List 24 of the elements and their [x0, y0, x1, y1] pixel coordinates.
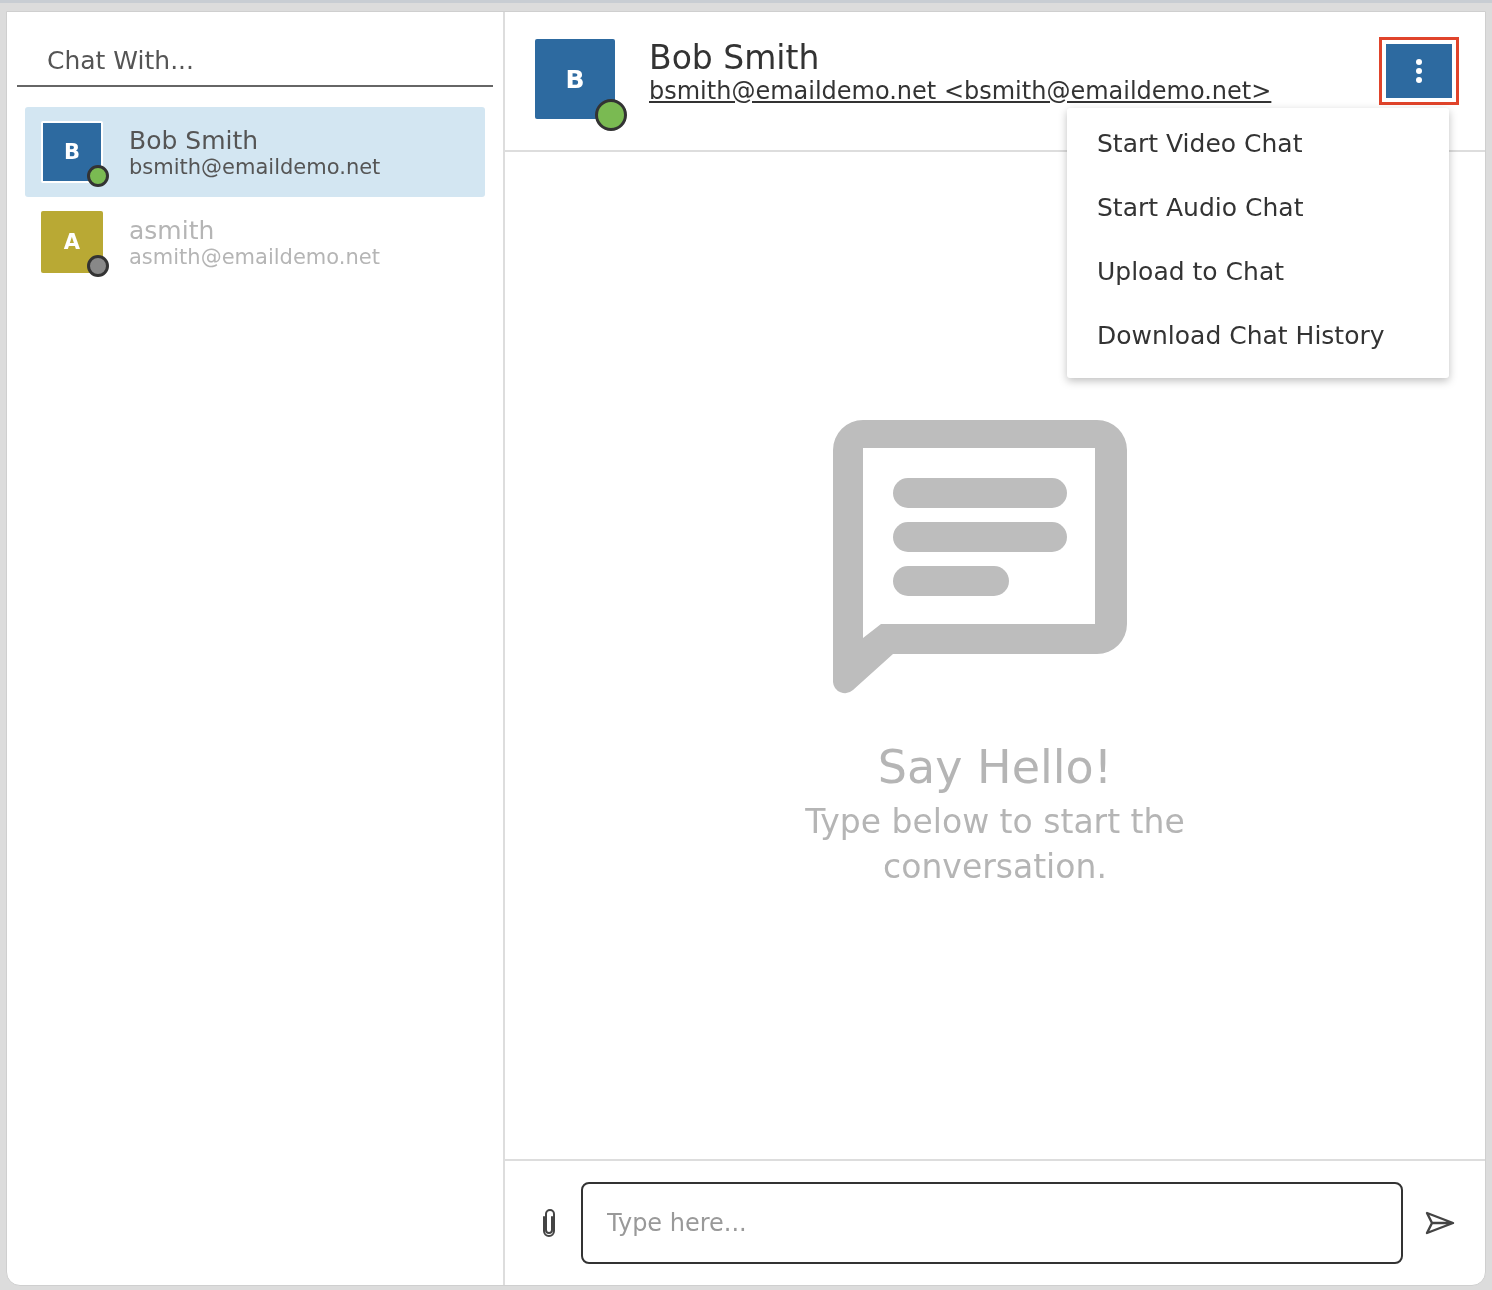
empty-state-title: Say Hello!	[877, 740, 1113, 794]
contact-email: asmith@emaildemo.net	[129, 244, 380, 269]
menu-item[interactable]: Start Video Chat	[1067, 112, 1449, 176]
contact-email-link[interactable]: bsmith@emaildemo.net <bsmith@emaildemo.net>	[649, 76, 1379, 105]
contact-name: Bob Smith	[129, 125, 260, 155]
avatar: B	[535, 39, 615, 119]
menu-item[interactable]: Start Audio Chat	[1067, 176, 1449, 240]
more-options-button[interactable]	[1379, 37, 1459, 105]
contact-name: Bob Smith	[649, 39, 821, 77]
status-dot	[87, 255, 109, 277]
status-dot	[87, 165, 109, 187]
menu-item[interactable]: Upload to Chat	[1067, 240, 1449, 304]
contact-item[interactable]: B Bob Smith bsmith@emaildemo.net	[25, 107, 485, 197]
empty-state-subtitle: Type below to start the conversation.	[804, 801, 1186, 888]
menu-item[interactable]: Download Chat History	[1067, 304, 1449, 368]
message-input[interactable]: Type here...	[581, 1182, 1403, 1264]
contact-email: bsmith@emaildemo.net	[129, 154, 381, 179]
sidebar-title: Chat With...	[17, 12, 493, 87]
send-icon[interactable]	[1425, 1211, 1455, 1235]
avatar: B	[41, 121, 103, 183]
avatar: A	[41, 211, 103, 273]
contact-name: asmith	[129, 215, 216, 245]
more-vertical-icon	[1415, 58, 1423, 84]
chat-bubble-icon	[833, 420, 1127, 694]
